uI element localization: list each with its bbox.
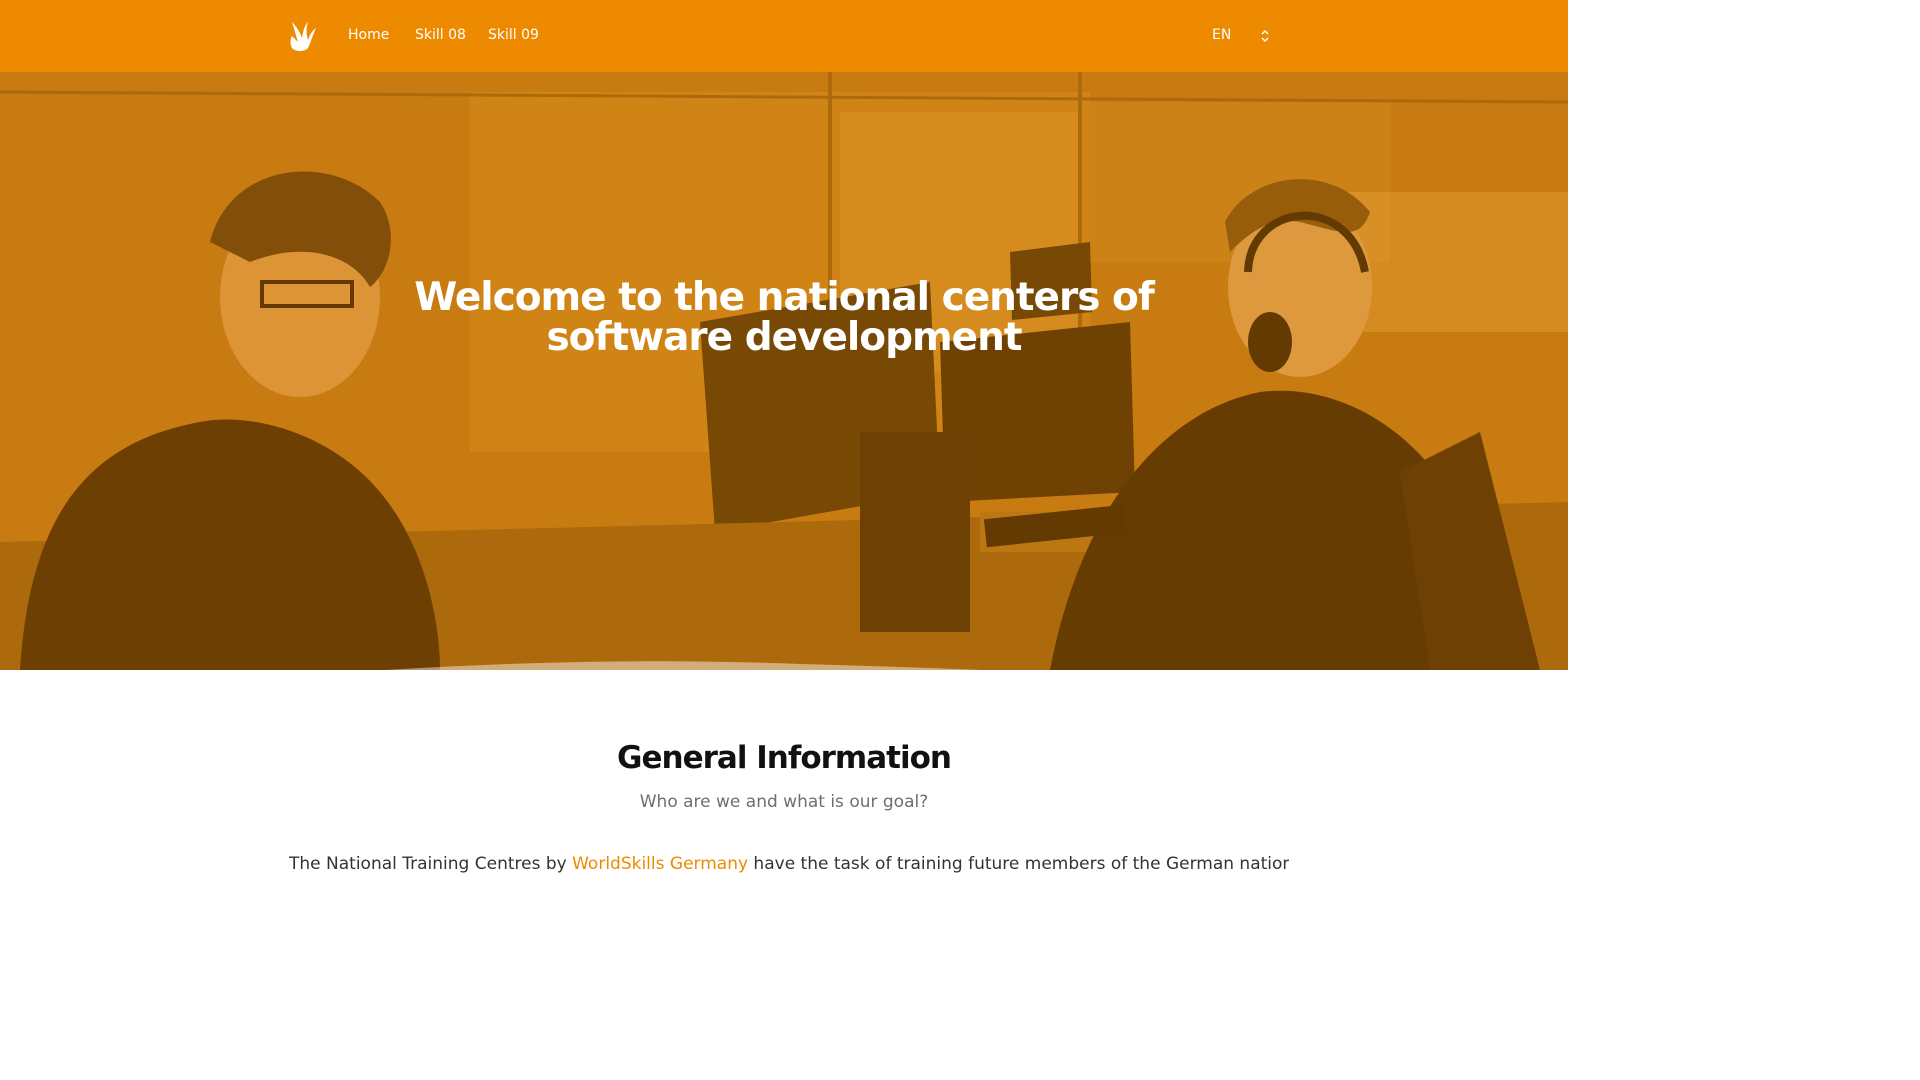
hero-title: Welcome to the national centers of softw…	[414, 275, 1155, 360]
nav-skill-09-link[interactable]: Skill 09	[488, 26, 539, 44]
hero-color-overlay	[0, 72, 1568, 670]
top-navbar: Home Skill 08 Skill 09 EN	[0, 0, 1568, 72]
sort-arrows-icon[interactable]	[1259, 27, 1271, 45]
intro-text-after: have the task of training future members…	[748, 854, 1289, 874]
intro-paragraph: The National Training Centres by WorldSk…	[289, 852, 1289, 882]
worldskills-logo-icon[interactable]	[286, 18, 318, 54]
nav-home-link[interactable]: Home	[348, 26, 389, 44]
worldskills-germany-link[interactable]: WorldSkills Germany	[572, 854, 748, 874]
section-subtitle: Who are we and what is our goal?	[639, 792, 929, 812]
language-select[interactable]: EN	[1212, 26, 1231, 44]
nav-skill-08-link[interactable]: Skill 08	[415, 26, 466, 44]
section-title: General Information	[617, 740, 952, 776]
hero-banner: Welcome to the national centers of softw…	[0, 72, 1568, 670]
hero-wave-divider	[385, 661, 984, 670]
intro-text-before: The National Training Centres by	[289, 854, 573, 874]
